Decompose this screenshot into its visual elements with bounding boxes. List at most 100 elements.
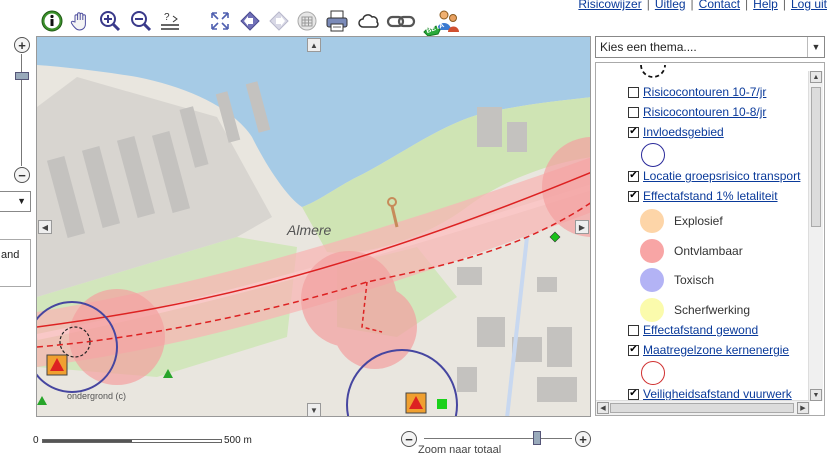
pan-button[interactable] (68, 9, 92, 33)
legend-label[interactable]: Locatie groepsrisico transport (643, 169, 800, 183)
theme-select-value: Kies een thema.... (600, 40, 697, 54)
zoom-in-button[interactable] (97, 9, 123, 33)
back-button[interactable] (238, 9, 262, 33)
chevron-down-icon: ▼ (807, 37, 824, 57)
bottom-zoom-out-button[interactable]: − (401, 431, 417, 447)
bottom-zoom-handle[interactable] (533, 431, 541, 445)
scale-start: 0 (33, 435, 39, 446)
legend-item-risicocontouren-7[interactable]: Risicocontouren 10-7/jr (628, 84, 766, 100)
legend-item-effectafstand-letaliteit[interactable]: ✔ Effectafstand 1% letaliteit (628, 188, 778, 204)
checkbox[interactable] (628, 86, 639, 98)
chevron-down-icon: ▼ (17, 196, 26, 206)
full-extent-button[interactable] (208, 9, 232, 33)
swatch-explosief (640, 209, 664, 233)
legend-horizontal-scrollbar[interactable]: ◀ ▶ (596, 400, 810, 415)
scroll-down-button[interactable]: ▼ (810, 389, 822, 401)
zoom-out-button[interactable] (128, 9, 154, 33)
swatch-scherfwerking (640, 298, 664, 322)
legend-label[interactable]: Effectafstand 1% letaliteit (643, 189, 778, 203)
left-select[interactable]: ▼ (0, 191, 31, 212)
zoom-slider-track (21, 54, 22, 166)
back-icon (240, 11, 260, 31)
scale-end: 500 m (224, 435, 252, 446)
left-panel-text: and (1, 249, 20, 261)
map-copyright: ondergrond (c) (67, 391, 126, 401)
pan-left-button[interactable]: ◀ (38, 220, 52, 234)
measure-button[interactable]: ? (158, 9, 182, 33)
measure-icon: ? (161, 12, 179, 30)
swatch-ontvlambaar (640, 239, 664, 263)
link-contact[interactable]: Contact (699, 0, 740, 11)
bottom-zoom-track (424, 438, 572, 439)
zoom-in-slider-button[interactable]: + (14, 37, 30, 53)
pan-down-button[interactable]: ▼ (307, 403, 321, 416)
left-panel: and (0, 239, 31, 287)
link-uitleg[interactable]: Uitleg (655, 0, 686, 11)
zoom-slider-handle[interactable] (15, 72, 29, 80)
checkbox-checked[interactable]: ✔ (628, 126, 639, 138)
full-extent-icon (211, 12, 229, 30)
legend-label[interactable]: Risicocontouren 10-7/jr (643, 85, 766, 99)
maatregelzone-circle-symbol (641, 361, 665, 385)
swatch-label-explosief: Explosief (674, 214, 723, 228)
zoom-in-icon (100, 11, 121, 32)
print-icon (326, 10, 348, 32)
swatch-label-ontvlambaar: Ontvlambaar (674, 244, 743, 258)
theme-select[interactable]: Kies een thema.... ▼ (595, 36, 825, 58)
checkbox-checked[interactable]: ✔ (628, 170, 639, 182)
pan-hand-icon (70, 12, 86, 31)
legend-label[interactable]: Risicocontouren 10-8/jr (643, 105, 766, 119)
checkbox-checked[interactable]: ✔ (628, 344, 639, 356)
table-button[interactable] (295, 9, 319, 33)
legend-label[interactable]: Maatregelzone kernenergie (643, 343, 789, 357)
table-icon (297, 11, 317, 31)
legend-item-invloedsgebied[interactable]: ✔ Invloedsgebied (628, 124, 724, 140)
scroll-up-button[interactable]: ▲ (810, 71, 822, 83)
zoom-out-slider-button[interactable]: − (14, 167, 30, 183)
hscroll-thumb[interactable] (610, 403, 794, 413)
swatch-label-toxisch: Toxisch (674, 273, 715, 287)
forward-button[interactable] (267, 9, 291, 33)
cloud-button[interactable] (356, 9, 382, 33)
influence-circle-symbol (641, 143, 665, 167)
legend-label[interactable]: Invloedsgebied (643, 125, 724, 139)
checkbox[interactable] (628, 324, 639, 336)
checkbox-checked[interactable]: ✔ (628, 388, 639, 400)
legend-item-maatregelzone[interactable]: ✔ Maatregelzone kernenergie (628, 342, 789, 358)
legend-vertical-scrollbar[interactable]: ▲ ▼ (808, 71, 823, 401)
scroll-thumb[interactable] (811, 87, 821, 227)
link-help[interactable]: Help (753, 0, 778, 11)
dashed-circle-symbol (640, 64, 666, 78)
info-button[interactable] (40, 9, 64, 33)
top-links: Risicowijzer | Uitleg | Contact | Help | Log uit (578, 0, 827, 11)
legend-item-effectafstand-gewond[interactable]: Effectafstand gewond (628, 322, 758, 338)
green-square-marker[interactable] (437, 399, 447, 409)
print-button[interactable] (324, 9, 350, 33)
link-icon (386, 15, 416, 28)
legend-item-groepsrisico[interactable]: ✔ Locatie groepsrisico transport (628, 168, 800, 184)
link-button[interactable] (386, 9, 416, 33)
map[interactable]: Almere ondergrond (c) ▲ ▼ ◀ ▶ (36, 36, 591, 417)
svg-text:?: ? (164, 12, 170, 23)
checkbox[interactable] (628, 106, 639, 118)
pan-right-button[interactable]: ▶ (575, 220, 589, 234)
pan-up-button[interactable]: ▲ (307, 38, 321, 52)
scroll-right-button[interactable]: ▶ (797, 402, 809, 414)
link-log-uit[interactable]: Log uit (791, 0, 827, 11)
swatch-toxisch (640, 268, 664, 292)
legend-panel: Risicocontouren 10-7/jr Risicocontouren … (595, 62, 825, 416)
bottom-zoom-in-button[interactable]: + (575, 431, 591, 447)
map-canvas[interactable]: Almere ondergrond (c) (37, 37, 591, 417)
beta-button[interactable]: BETA (422, 8, 462, 38)
bottom-zoom-label: Zoom naar totaal (418, 444, 502, 456)
info-icon (41, 10, 63, 32)
legend-label[interactable]: Effectafstand gewond (643, 323, 758, 337)
swatch-label-scherfwerking: Scherfwerking (674, 303, 751, 317)
legend-item-risicocontouren-8[interactable]: Risicocontouren 10-8/jr (628, 104, 766, 120)
cloud-icon (358, 14, 379, 28)
zoom-out-icon (131, 11, 152, 32)
checkbox-checked[interactable]: ✔ (628, 190, 639, 202)
link-risicowijzer[interactable]: Risicowijzer (578, 0, 641, 11)
scroll-left-button[interactable]: ◀ (597, 402, 609, 414)
legend-label[interactable]: Veiligheidsafstand vuurwerk (643, 387, 792, 401)
